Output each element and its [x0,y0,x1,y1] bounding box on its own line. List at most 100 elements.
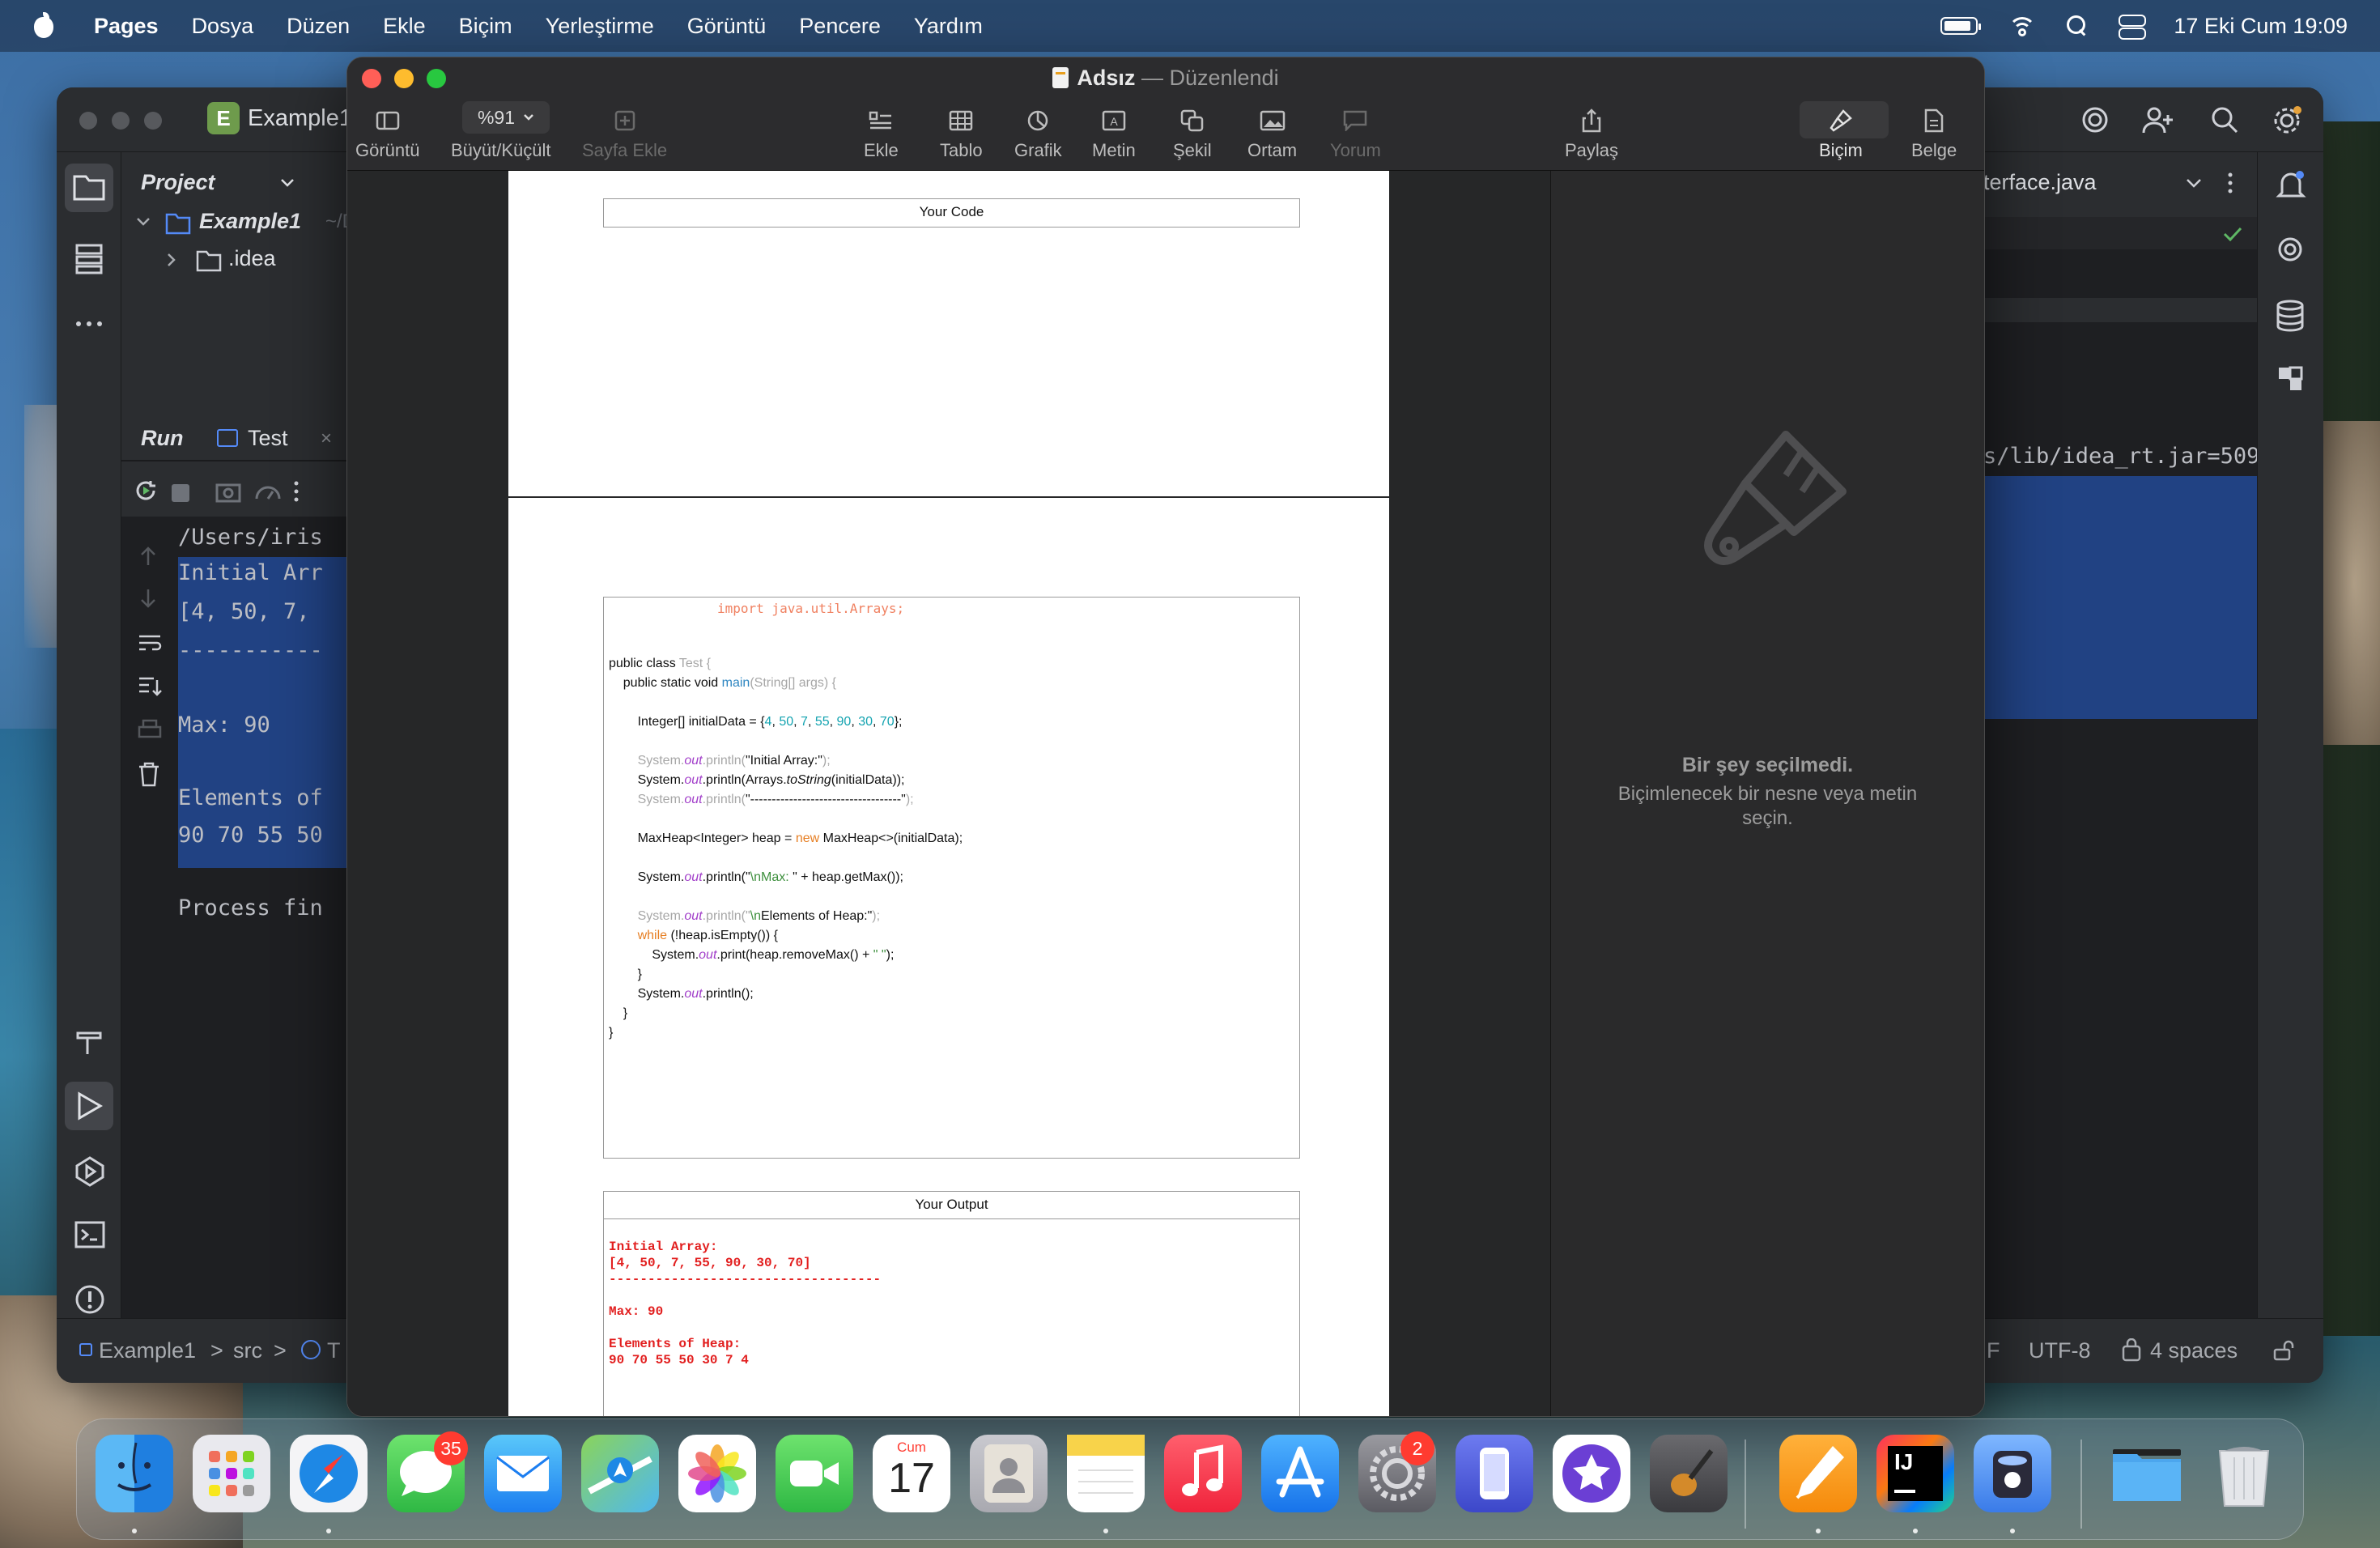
menu-duzen[interactable]: Düzen [287,14,350,39]
document-title[interactable]: Adsız [1077,66,1135,90]
status-path-src[interactable]: src [233,1338,262,1363]
plugin-icon[interactable] [2276,364,2305,393]
launchpad-icon[interactable] [193,1435,270,1512]
your-code-header-box[interactable]: Your Code [603,198,1300,228]
problems-icon[interactable] [74,1284,105,1315]
zoom-button[interactable] [144,112,162,130]
more-vertical-icon[interactable] [2228,172,2233,194]
menu-goruntu[interactable]: Görüntü [687,14,767,39]
structure-icon[interactable] [74,243,104,275]
profiler-icon[interactable] [254,479,282,504]
app-store-icon[interactable] [1261,1435,1339,1512]
photos-icon[interactable] [678,1435,756,1512]
rerun-icon[interactable] [133,478,159,504]
apple-menu-icon[interactable] [32,12,55,40]
editor-tab-label[interactable]: terface.java [1983,170,2097,195]
close-tab-icon[interactable]: × [321,427,332,450]
toolbar-document[interactable]: Belge [1911,104,1957,161]
notes-icon[interactable] [1067,1435,1145,1512]
pages-app-icon[interactable] [1779,1435,1857,1512]
toolbar-media[interactable]: Ortam [1247,104,1297,161]
build-hammer-icon[interactable] [74,1027,104,1056]
document-canvas[interactable]: Your Code import java.util.Arrays; publi… [347,171,1550,1416]
page-1[interactable]: Your Code [508,171,1389,496]
toolbar-text[interactable]: A Metin [1092,104,1136,161]
app-menu[interactable]: Pages [94,14,159,39]
imovie-icon[interactable] [1553,1435,1630,1512]
close-button[interactable] [79,112,97,130]
wifi-icon[interactable] [2008,15,2037,36]
chevron-down-icon[interactable] [136,217,151,227]
services-icon[interactable] [74,1156,105,1187]
calendar-icon[interactable]: Cum 17 [873,1435,950,1512]
stop-icon[interactable] [172,484,189,502]
scroll-down-icon[interactable] [139,588,157,609]
search-icon[interactable] [2210,105,2239,134]
status-line-sep[interactable]: F [1987,1338,2000,1363]
menu-dosya[interactable]: Dosya [192,14,254,39]
control-center-icon[interactable] [2119,15,2147,40]
intellij-idea-icon[interactable]: IJ [1876,1435,1954,1512]
minimize-button[interactable] [112,112,130,130]
contacts-icon[interactable] [970,1435,1048,1512]
lock-icon[interactable] [2273,1340,2296,1361]
simulator-icon[interactable] [1456,1435,1533,1512]
more-vertical-icon[interactable] [293,479,300,504]
toolbar-shape[interactable]: Şekil [1173,104,1212,161]
menu-bicim[interactable]: Biçim [459,14,512,39]
folder-icon[interactable] [73,173,105,201]
status-path-file[interactable]: T [327,1338,341,1363]
settings-gear-icon[interactable] [2272,105,2302,136]
toolbar-share[interactable]: Paylaş [1565,104,1618,161]
menu-yerlestirme[interactable]: Yerleştirme [546,14,654,39]
maps-icon[interactable] [581,1435,659,1512]
trash-icon[interactable] [2205,1435,2283,1512]
toolbar-view[interactable]: Görüntü [355,104,420,161]
status-indent[interactable]: 4 spaces [2150,1338,2238,1363]
run-tab-test[interactable]: Test × [217,423,346,455]
menu-ekle[interactable]: Ekle [383,14,426,39]
terminal-icon[interactable] [74,1221,105,1248]
notifications-bell-icon[interactable] [2276,170,2306,202]
run-icon[interactable] [76,1091,104,1121]
page-2[interactable]: import java.util.Arrays; public class Te… [508,498,1389,1416]
downloads-folder-icon[interactable] [2108,1435,2186,1512]
chevron-right-icon[interactable] [167,253,176,267]
print-icon[interactable] [138,719,162,742]
run-panel-title[interactable]: Run [141,426,183,451]
scroll-to-end-icon[interactable] [138,675,162,698]
screenshot-icon[interactable] [215,479,241,504]
menu-yardim[interactable]: Yardım [914,14,983,39]
battery-icon[interactable] [1940,17,1982,35]
project-badge[interactable]: E [207,102,240,134]
toolbar-chart[interactable]: Grafik [1014,104,1062,161]
menu-pencere[interactable]: Pencere [799,14,881,39]
facetime-icon[interactable] [776,1435,853,1512]
garageband-icon[interactable] [1650,1435,1728,1512]
chevron-down-icon[interactable] [2186,178,2202,188]
scroll-up-icon[interactable] [139,546,157,567]
add-user-icon[interactable] [2142,105,2174,134]
ai-chat-icon[interactable] [2274,236,2306,266]
output-box[interactable]: Your Output Initial Array: [4, 50, 7, 55… [603,1191,1300,1416]
music-icon[interactable] [1164,1435,1242,1512]
zoom-select[interactable]: %91 [462,101,550,134]
finder-icon[interactable] [96,1435,173,1512]
safari-icon[interactable] [290,1435,368,1512]
toolbar-table[interactable]: Tablo [940,104,983,161]
disk-utility-icon[interactable] [1974,1435,2051,1512]
project-name[interactable]: Example1 [248,105,352,132]
mail-icon[interactable] [484,1435,562,1512]
menu-clock[interactable]: 17 Eki Cum 19:09 [2174,14,2348,39]
toolbar-insert[interactable]: Ekle [864,104,899,161]
status-path-project[interactable]: Example1 [99,1338,196,1363]
spotlight-icon[interactable] [2067,15,2088,36]
status-encoding[interactable]: UTF-8 [2029,1338,2091,1363]
toolbar-zoom[interactable]: Büyüt/Küçült [451,140,551,161]
chevron-down-icon[interactable] [280,178,295,188]
more-icon[interactable] [74,321,104,327]
toolbar-format[interactable]: Biçim [1819,104,1863,161]
database-icon[interactable] [2276,300,2305,332]
soft-wrap-icon[interactable] [138,633,162,654]
project-panel-title[interactable]: Project [141,170,215,195]
